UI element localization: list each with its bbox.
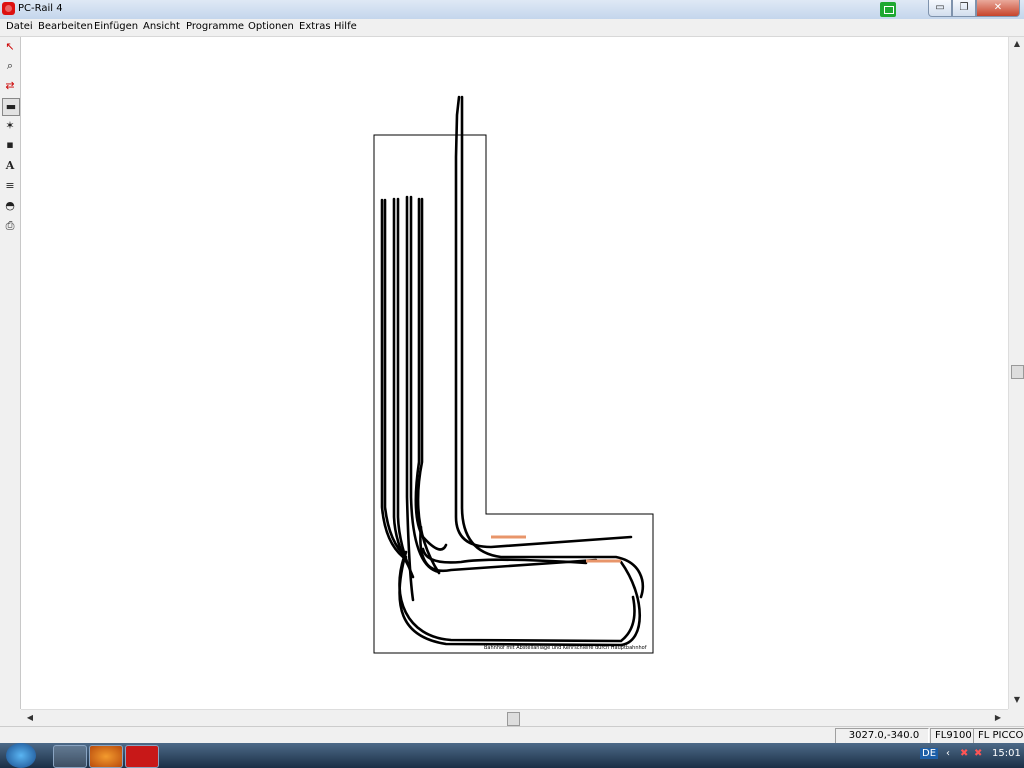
swap-icon[interactable]: ⇄ bbox=[2, 78, 18, 94]
minimize-button[interactable]: ▭ bbox=[928, 0, 952, 17]
status-bar: 3027.0,-340.0 FL9100 FL PICCOLO bbox=[0, 726, 1024, 744]
volume-error-icon[interactable]: ✖ bbox=[974, 748, 982, 759]
menu-datei[interactable]: Datei bbox=[6, 21, 33, 32]
menu-einfuegen[interactable]: Einfügen bbox=[94, 21, 138, 32]
track-icon[interactable]: ▬ bbox=[2, 98, 20, 116]
zoom-icon[interactable]: ⌕ bbox=[2, 58, 18, 74]
tray-expand-icon[interactable]: ‹ bbox=[946, 748, 950, 759]
layers-icon[interactable]: ≡ bbox=[2, 178, 18, 194]
scroll-right-icon[interactable]: ▶ bbox=[991, 713, 1005, 722]
tool-palette: ↖ ⌕ ⇄ ▬ ✶ ▪ A ≡ ◓ ⎙ bbox=[0, 37, 21, 709]
menu-optionen[interactable]: Optionen bbox=[248, 21, 294, 32]
scroll-down-icon[interactable]: ▼ bbox=[1010, 695, 1024, 704]
green-tray-icon[interactable] bbox=[880, 2, 896, 17]
crossing-icon[interactable]: ✶ bbox=[2, 118, 18, 134]
scroll-up-icon[interactable]: ▲ bbox=[1010, 39, 1024, 48]
menu-extras[interactable]: Extras bbox=[299, 21, 331, 32]
horizontal-scroll-thumb[interactable] bbox=[507, 712, 520, 726]
menu-hilfe[interactable]: Hilfe bbox=[334, 21, 357, 32]
task-firefox-icon[interactable] bbox=[89, 745, 123, 768]
windows-taskbar: DE ‹ ✖ ✖ 15:01 bbox=[0, 743, 1024, 768]
window-title: PC-Rail 4 bbox=[18, 3, 63, 14]
menu-bar: Datei Bearbeiten Einfügen Ansicht Progra… bbox=[0, 19, 1024, 37]
scroll-left-icon[interactable]: ◀ bbox=[23, 713, 37, 722]
status-item: FL9100 bbox=[930, 728, 974, 744]
close-button[interactable]: ✕ bbox=[976, 0, 1020, 17]
roof-icon[interactable]: ◓ bbox=[2, 198, 18, 214]
status-series: FL PICCOLO bbox=[973, 728, 1024, 744]
task-explorer-icon[interactable] bbox=[53, 745, 87, 768]
start-button[interactable] bbox=[6, 743, 36, 768]
vertical-scroll-thumb[interactable] bbox=[1011, 365, 1024, 379]
drawing-canvas[interactable]: Bahnhof mit Abstellanlage und Kehrschlei… bbox=[21, 37, 1008, 709]
text-icon[interactable]: A bbox=[2, 158, 18, 174]
language-indicator[interactable]: DE bbox=[920, 748, 939, 759]
network-error-icon[interactable]: ✖ bbox=[960, 748, 968, 759]
pc-rail-app-icon[interactable] bbox=[2, 2, 15, 15]
menu-programme[interactable]: Programme bbox=[186, 21, 244, 32]
select-arrow-icon[interactable]: ↖ bbox=[2, 39, 18, 55]
signal-icon[interactable]: ▪ bbox=[2, 137, 18, 153]
restore-button[interactable]: ❐ bbox=[952, 0, 976, 17]
tracks bbox=[380, 95, 645, 647]
horizontal-scrollbar[interactable]: ◀ ▶ bbox=[21, 709, 1008, 727]
track-plan: Bahnhof mit Abstellanlage und Kehrschlei… bbox=[373, 95, 654, 654]
clock[interactable]: 15:01 bbox=[992, 748, 1021, 759]
title-bar: PC-Rail 4 ▭ ❐ ✕ bbox=[0, 0, 1024, 20]
print-icon[interactable]: ⎙ bbox=[2, 218, 18, 234]
task-pc-rail-icon[interactable] bbox=[125, 745, 159, 768]
vertical-scrollbar[interactable]: ▲ ▼ bbox=[1008, 37, 1024, 709]
baseboard-outline bbox=[373, 134, 654, 654]
status-coordinates: 3027.0,-340.0 bbox=[835, 728, 929, 744]
menu-bearbeiten[interactable]: Bearbeiten bbox=[38, 21, 93, 32]
menu-ansicht[interactable]: Ansicht bbox=[143, 21, 180, 32]
plan-caption: Bahnhof mit Abstellanlage und Kehrschlei… bbox=[484, 645, 647, 651]
